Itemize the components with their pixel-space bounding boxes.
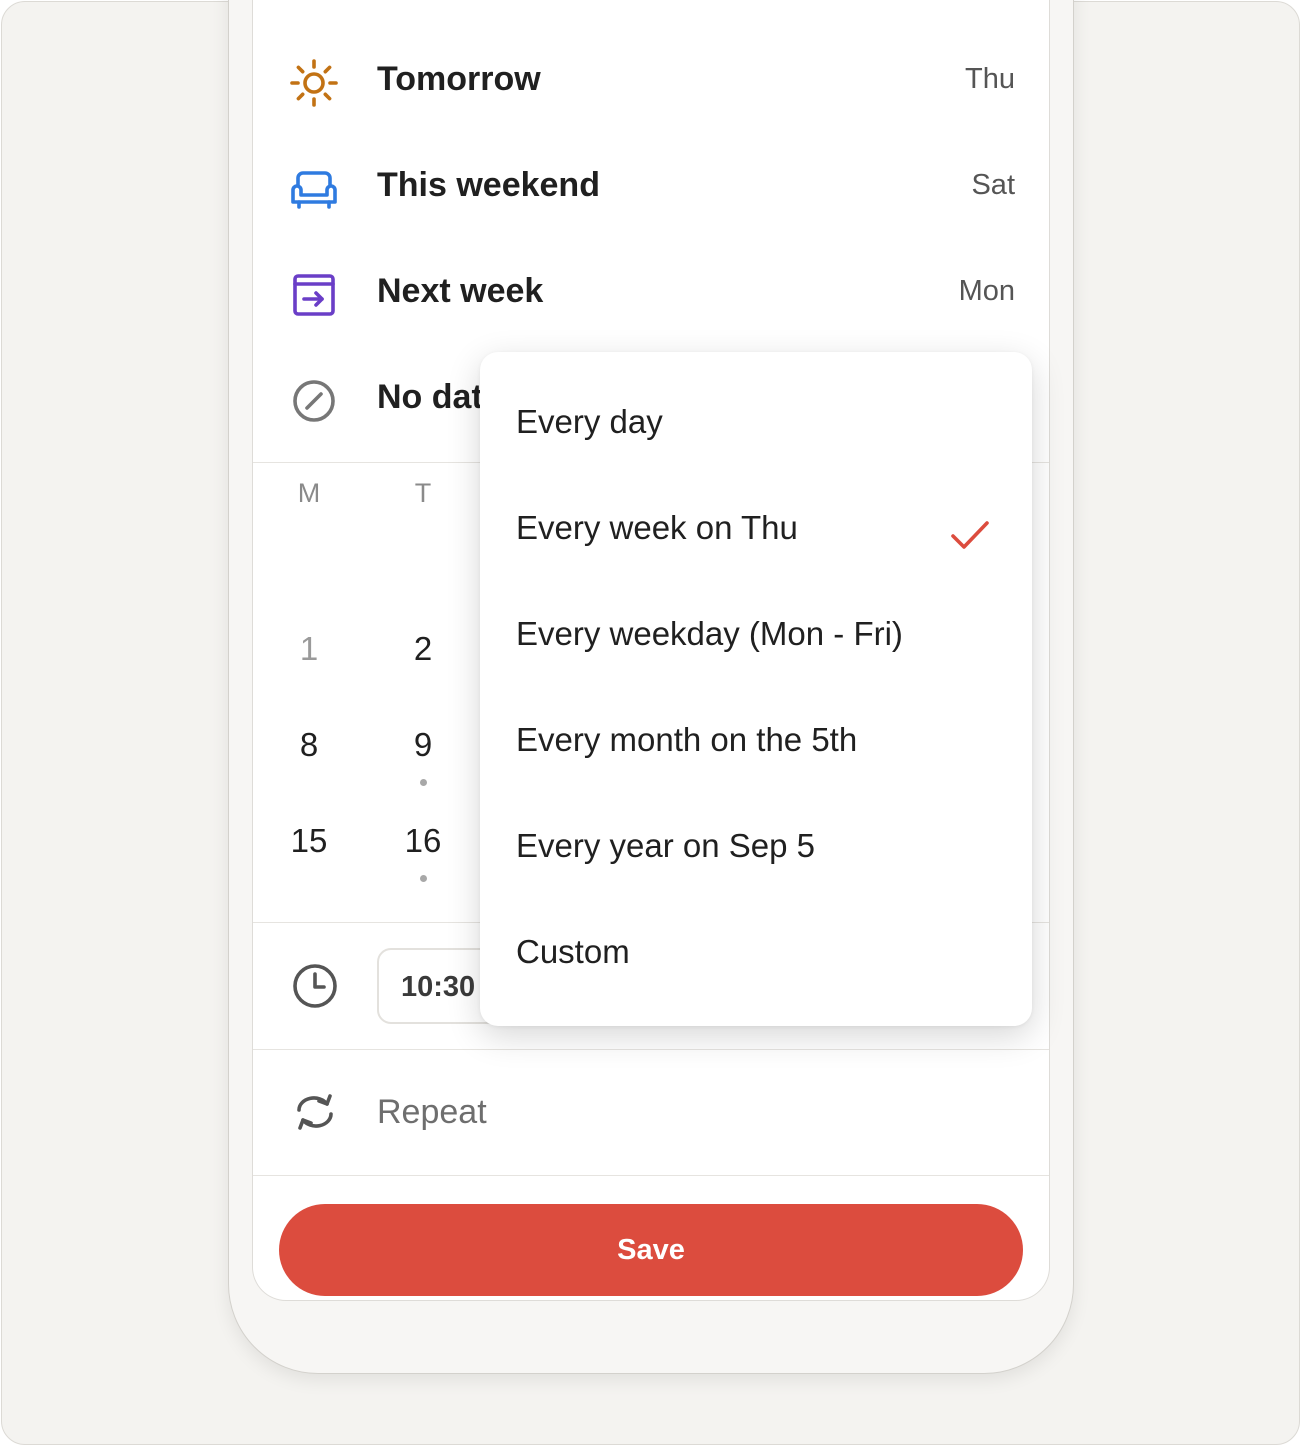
quick-date-day: Sat [971,169,1015,201]
repeat-option-every-year[interactable]: Every year on Sep 5 [480,776,1032,882]
weekday-header: T [414,478,432,508]
quick-date-this-weekend[interactable]: This weekend Sat [253,132,1049,238]
calendar-day[interactable]: 8 [279,726,339,764]
repeat-option-custom[interactable]: Custom [480,882,1032,988]
sofa-icon [291,171,337,209]
calendar-day[interactable]: 15 [279,822,339,860]
repeat-option-label: Custom [516,933,630,970]
repeat-option-label: Every week on Thu [516,509,798,546]
repeat-option-every-weekday[interactable]: Every weekday (Mon - Fri) [480,564,1032,670]
repeat-option-every-month[interactable]: Every month on the 5th [480,670,1032,776]
task-indicator-dot [420,779,427,786]
sun-icon [290,59,338,107]
quick-date-label: Next week [377,272,544,310]
divider [253,1175,1049,1176]
quick-date-tomorrow[interactable]: Tomorrow Thu [253,26,1049,132]
calendar-day[interactable]: 1 [279,630,339,668]
repeat-label: Repeat [377,1093,487,1131]
repeat-option-label: Every month on the 5th [516,721,858,758]
quick-date-label: This weekend [377,166,600,204]
repeat-option-label: Every year on Sep 5 [516,827,815,864]
quick-date-label: Tomorrow [377,60,541,98]
quick-date-day: Thu [965,63,1015,95]
repeat-option-label: Every day [516,403,663,440]
quick-date-next-week[interactable]: Next week Mon [253,238,1049,344]
clock-icon [293,964,337,1008]
save-button[interactable]: Save [279,1204,1023,1296]
checkmark-icon [951,521,989,549]
repeat-options-menu: Every day Every week on Thu Every weekda… [480,352,1032,1026]
repeat-option-every-day[interactable]: Every day [480,352,1032,458]
repeat-row[interactable]: Repeat [253,1050,1049,1174]
repeat-option-label: Every weekday (Mon - Fri) [516,615,903,652]
time-value: 10:30 [401,971,476,1003]
no-date-icon [293,380,335,422]
repeat-icon [297,1094,333,1130]
repeat-option-every-week[interactable]: Every week on Thu [480,458,1032,564]
calendar-day[interactable]: 16 [393,822,453,860]
quick-date-label: No dat [377,378,483,416]
quick-date-day: Mon [958,275,1015,307]
next-week-icon [293,274,335,316]
calendar-day[interactable]: 2 [393,630,453,668]
task-indicator-dot [420,875,427,882]
calendar-day[interactable]: 9 [393,726,453,764]
weekday-header: M [297,478,321,508]
